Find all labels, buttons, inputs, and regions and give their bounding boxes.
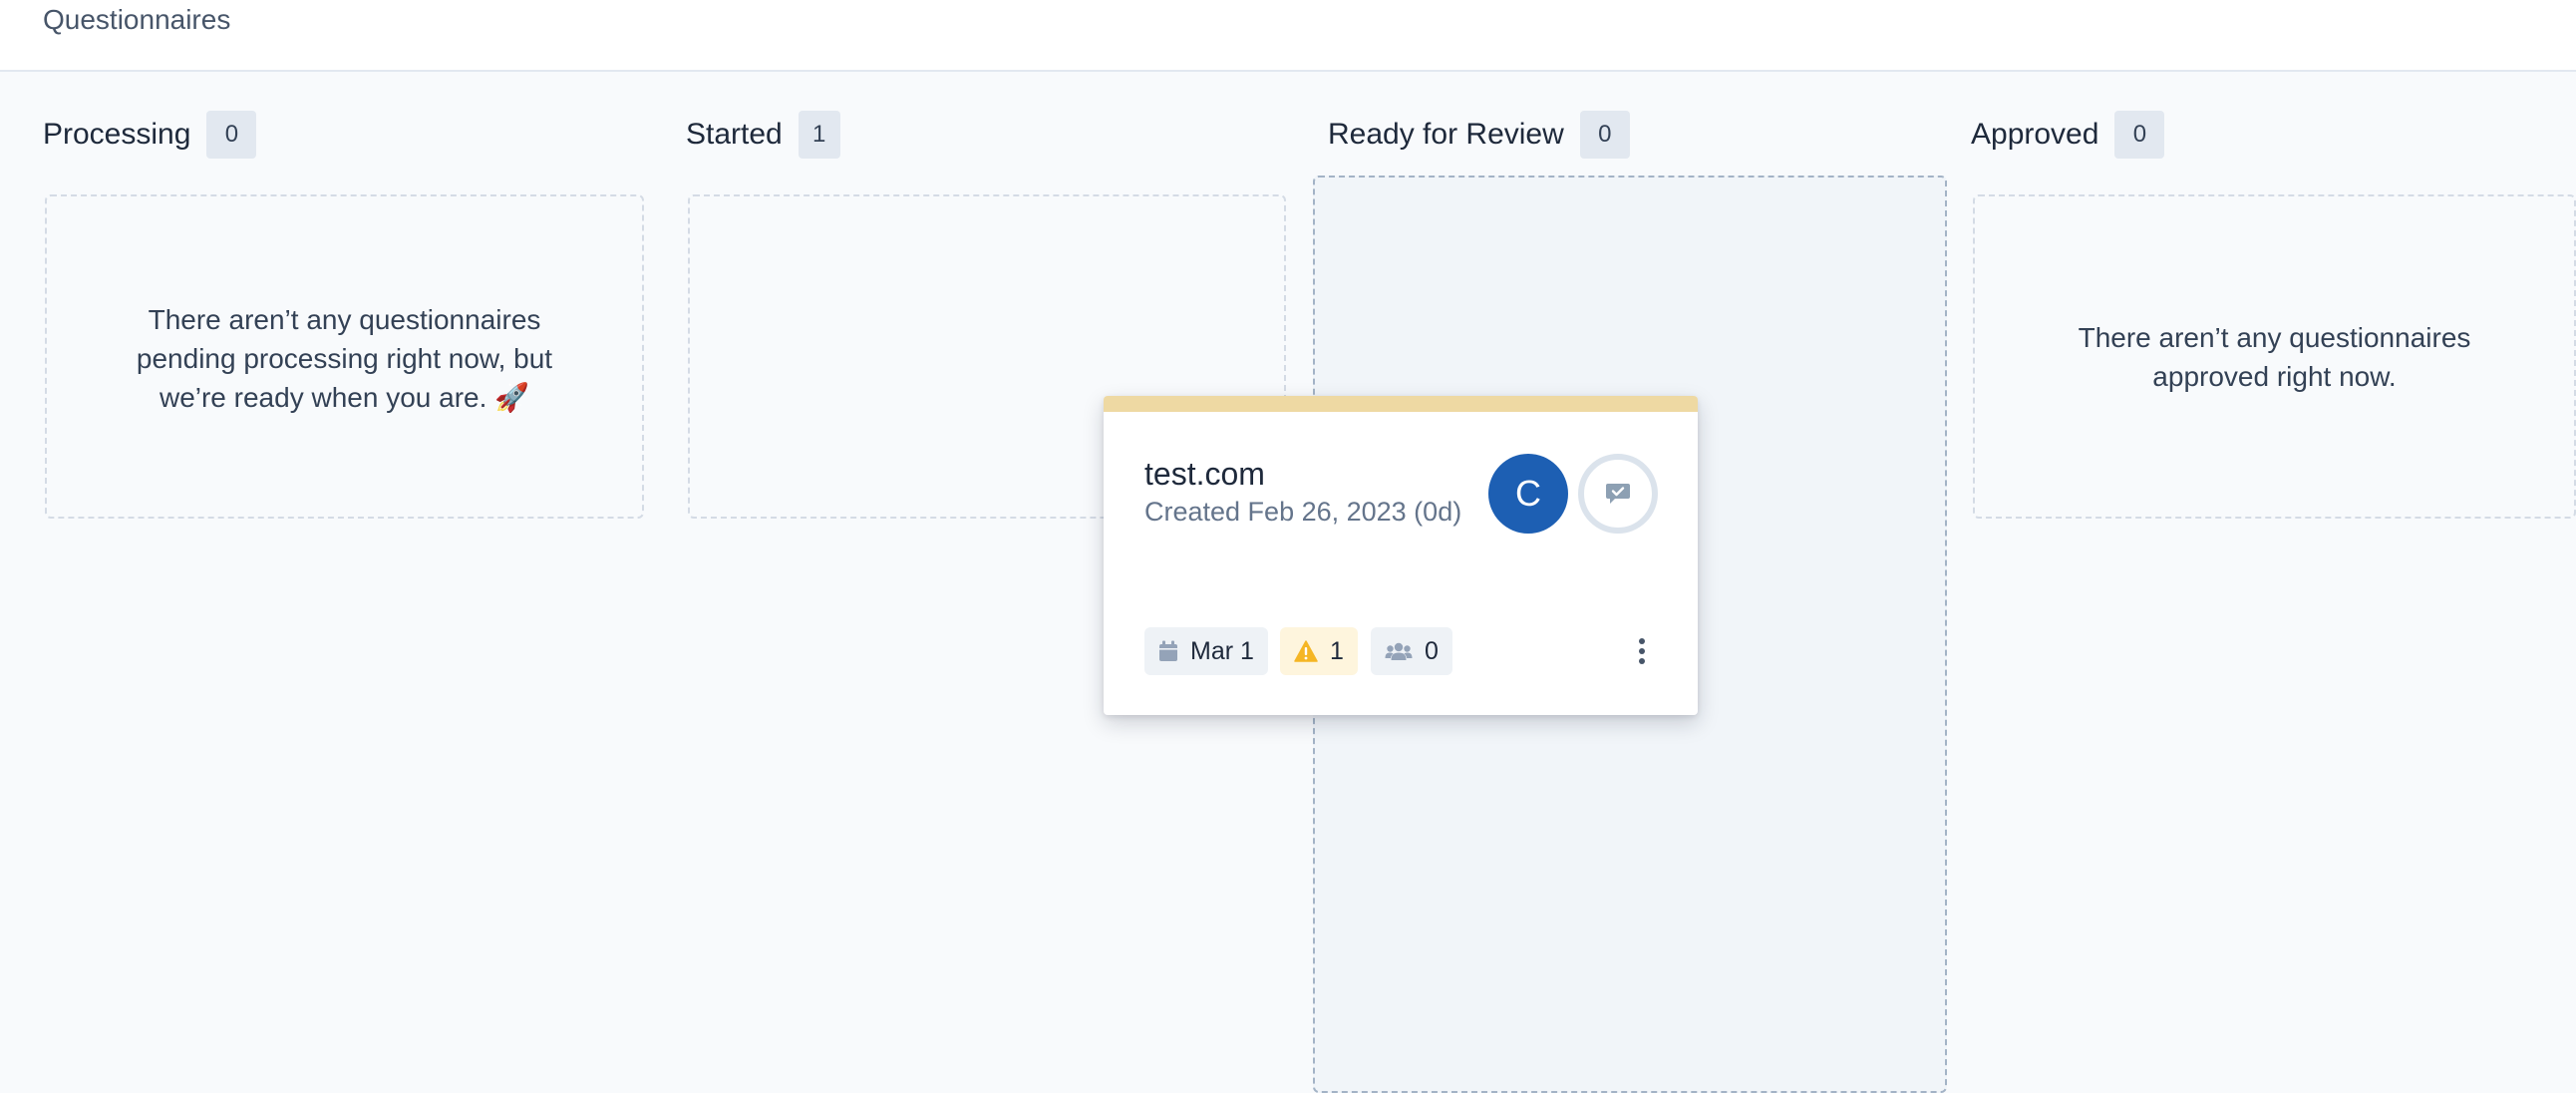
column-count-badge: 1 bbox=[798, 111, 840, 159]
users-icon bbox=[1385, 642, 1413, 660]
column-dropzone-processing[interactable]: There aren’t any questionnaires pending … bbox=[45, 194, 644, 519]
warnings-chip[interactable]: 1 bbox=[1280, 627, 1358, 675]
chat-check-icon bbox=[1606, 484, 1630, 504]
questionnaire-name[interactable]: test.com bbox=[1144, 456, 1265, 493]
warnings-count: 1 bbox=[1330, 636, 1344, 665]
comments-button[interactable] bbox=[1578, 454, 1658, 534]
column-title: Processing bbox=[43, 118, 191, 151]
column-title: Approved bbox=[1971, 118, 2099, 151]
questionnaire-card[interactable]: test.com Created Feb 26, 2023 (0d) C Mar… bbox=[1104, 396, 1698, 715]
column-title: Ready for Review bbox=[1328, 118, 1564, 151]
calendar-icon bbox=[1159, 640, 1177, 661]
column-count-badge: 0 bbox=[1579, 111, 1630, 159]
collaborators-count: 0 bbox=[1425, 636, 1439, 665]
due-date-text: Mar 1 bbox=[1190, 636, 1254, 665]
warning-icon bbox=[1294, 640, 1318, 662]
empty-state-message: There aren’t any questionnaires pending … bbox=[136, 304, 553, 413]
more-vertical-icon bbox=[1639, 638, 1645, 664]
created-date: Created Feb 26, 2023 (0d) bbox=[1144, 497, 1462, 527]
column-dropzone-approved[interactable]: There aren’t any questionnaires approved… bbox=[1973, 194, 2576, 519]
column-title: Started bbox=[686, 118, 783, 151]
column-header-started: Started 1 bbox=[686, 110, 840, 160]
page-title: Questionnaires bbox=[43, 4, 231, 35]
status-stripe bbox=[1104, 396, 1698, 412]
card-menu-button[interactable] bbox=[1622, 627, 1662, 675]
column-header-ready-for-review: Ready for Review 0 bbox=[1328, 110, 1630, 160]
due-date-chip[interactable]: Mar 1 bbox=[1144, 627, 1268, 675]
top-bar: Questionnaires bbox=[0, 0, 2576, 72]
column-header-processing: Processing 0 bbox=[43, 110, 257, 160]
collaborators-chip[interactable]: 0 bbox=[1371, 627, 1452, 675]
column-header-approved: Approved 0 bbox=[1971, 110, 2165, 160]
empty-state-message: There aren’t any questionnaires approved… bbox=[2078, 322, 2471, 392]
column-count-badge: 0 bbox=[2114, 111, 2165, 159]
assignee-avatar[interactable]: C bbox=[1488, 454, 1568, 534]
column-count-badge: 0 bbox=[206, 111, 257, 159]
